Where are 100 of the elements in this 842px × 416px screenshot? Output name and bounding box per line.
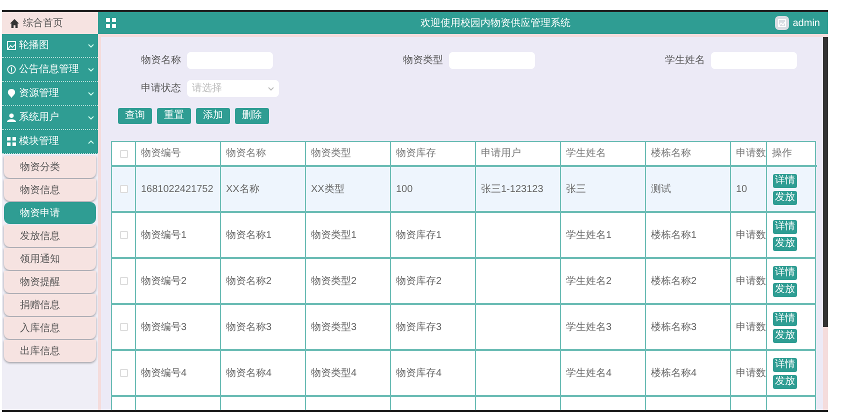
- menu-item[interactable]: 系统用户: [2, 106, 98, 130]
- table-cell-text: 10: [736, 182, 748, 196]
- checkbox[interactable]: [120, 150, 128, 158]
- table-row[interactable]: 物资编号3 物资名称3 物资类型3 物资库存3 学生姓名3 楼栋名称3 申请数 详情 发放: [112, 305, 815, 351]
- menu-item[interactable]: 资源管理: [2, 82, 98, 106]
- column-header: 楼栋名称: [651, 146, 691, 161]
- row-action-button[interactable]: 发放: [773, 374, 797, 388]
- select-field[interactable]: 请选择: [187, 80, 279, 97]
- row-action-button[interactable]: 详情: [773, 220, 797, 234]
- column-header: 操作: [772, 147, 792, 161]
- pin-icon: [7, 89, 16, 98]
- row-action-button[interactable]: 发放: [773, 236, 797, 250]
- chevron-icon: [88, 68, 94, 72]
- table-cell-text: 物资名称2: [226, 274, 272, 288]
- table-cell-text: 物资编号4: [141, 366, 187, 380]
- table-cell-text: 物资编号1: [141, 228, 187, 242]
- submenu-item[interactable]: 入库信息: [4, 317, 96, 339]
- checkbox[interactable]: [120, 277, 128, 285]
- row-action-button[interactable]: 发放: [773, 190, 797, 204]
- table-cell-text: 测试: [651, 182, 671, 196]
- row-action-button[interactable]: 详情: [773, 358, 797, 372]
- table-cell-text: 物资名称4: [226, 366, 272, 380]
- user-icon: [7, 113, 16, 122]
- table-cell-text: 100: [396, 182, 413, 196]
- row-action-button[interactable]: 发放: [773, 328, 797, 342]
- table-cell-text: 申请数: [736, 228, 766, 242]
- home-icon: [10, 18, 19, 28]
- table-cell-text: 物资库存2: [396, 274, 442, 288]
- field-label: 学生姓名: [664, 54, 706, 68]
- table-row[interactable]: 物资编号1 物资名称1 物资类型1 物资库存1 学生姓名1 楼栋名称1 申请数 详情 发放: [112, 213, 815, 259]
- user-name[interactable]: admin: [792, 16, 820, 30]
- submenu-item[interactable]: 领用通知: [4, 248, 96, 270]
- action-button[interactable]: 删除: [235, 108, 269, 124]
- menu-item[interactable]: 模块管理: [2, 130, 98, 154]
- grid-icon[interactable]: [106, 18, 116, 28]
- field-label: 物资类型: [402, 54, 444, 68]
- row-action-button[interactable]: 发放: [773, 282, 797, 296]
- submenu-item[interactable]: 捐赠信息: [4, 294, 96, 316]
- column-header: 申请用户: [481, 146, 521, 161]
- column-header: 物资名称: [226, 147, 266, 161]
- table-cell-text: XX类型: [311, 182, 344, 196]
- info-icon: [7, 65, 16, 74]
- table-cell-text: 楼栋名称3: [651, 320, 697, 334]
- submenu-item[interactable]: 物资信息: [4, 179, 96, 201]
- scrollbar-thumb[interactable]: [823, 37, 828, 327]
- column-header: 物资库存: [396, 146, 436, 161]
- table-cell-text: 物资名称1: [226, 228, 272, 242]
- table-cell-text: 楼栋名称2: [651, 274, 697, 288]
- avatar-icon[interactable]: [774, 16, 789, 30]
- action-button[interactable]: 查询: [118, 108, 152, 124]
- table-cell-text: 学生姓名3: [566, 320, 612, 334]
- table-row[interactable]: 物资编号2 物资名称2 物资类型2 物资库存2 学生姓名2 楼栋名称2 申请数 详情 发放: [112, 259, 815, 305]
- row-action-button[interactable]: 详情: [773, 266, 797, 280]
- chevron-icon: [88, 140, 94, 144]
- table-cell-text: 学生姓名1: [566, 228, 612, 242]
- column-header: 物资类型: [311, 146, 351, 161]
- checkbox[interactable]: [120, 369, 128, 377]
- row-action-button[interactable]: 详情: [773, 174, 797, 188]
- row-action-button[interactable]: 详情: [773, 312, 797, 326]
- table-cell-text: 物资类型2: [311, 274, 357, 288]
- table-cell-text: 张三: [566, 182, 586, 196]
- submenu-item[interactable]: 物资提醒: [4, 271, 96, 293]
- action-button[interactable]: 重置: [157, 108, 191, 124]
- column-header: 物资编号: [141, 146, 181, 161]
- table-cell-text: 申请数: [736, 274, 766, 288]
- action-button[interactable]: 添加: [196, 108, 230, 124]
- grid-icon: [7, 137, 16, 146]
- menu-item[interactable]: 轮播图: [2, 34, 98, 58]
- menu-item[interactable]: 公告信息管理: [2, 58, 98, 82]
- chevron-icon: [88, 44, 94, 48]
- app-title: 欢迎使用校园内物资供应管理系统: [419, 16, 570, 30]
- chevron-icon: [88, 116, 94, 120]
- table-cell-text: XX名称: [226, 182, 260, 196]
- table-cell-text: 申请数: [736, 320, 766, 334]
- table-cell-text: 楼栋名称4: [651, 366, 697, 380]
- home-menu-item[interactable]: 综合首页: [2, 12, 98, 34]
- submenu-item[interactable]: 发放信息: [4, 225, 96, 247]
- field-label: 申请状态: [140, 82, 182, 96]
- field-label: 物资名称: [140, 54, 182, 68]
- table-row[interactable]: 物资编号4 物资名称4 物资类型4 物资库存4 学生姓名4 楼栋名称4 申请数 详情 发放: [112, 351, 815, 397]
- submenu-item[interactable]: 物资分类: [4, 156, 96, 178]
- checkbox[interactable]: [120, 323, 128, 331]
- table-cell-text: 申请数: [736, 366, 766, 380]
- submenu-item[interactable]: 物资申请: [4, 202, 96, 224]
- table-cell-text: 学生姓名4: [566, 366, 612, 380]
- column-header: 申请数: [736, 146, 766, 161]
- table-cell-text: 物资编号3: [141, 320, 187, 334]
- checkbox[interactable]: [120, 185, 128, 193]
- table-row[interactable]: 1681022421752 XX名称 XX类型 100 张三1-123123 张三 测试 10 详情 发放: [112, 167, 815, 213]
- table-cell-text: 物资类型1: [311, 228, 357, 242]
- table-cell-text: 1681022421752: [141, 182, 214, 196]
- table-cell-text: 物资类型4: [311, 366, 357, 380]
- table-cell-text: 物资库存1: [396, 228, 442, 242]
- submenu-item[interactable]: 出库信息: [4, 340, 96, 362]
- table-cell-text: 物资库存4: [396, 366, 442, 380]
- table-cell-text: 张三1-123123: [481, 182, 544, 196]
- checkbox[interactable]: [120, 231, 128, 239]
- table-cell-text: 楼栋名称1: [651, 228, 697, 242]
- picture-icon: [7, 41, 16, 50]
- table-cell-text: 物资编号2: [141, 274, 187, 288]
